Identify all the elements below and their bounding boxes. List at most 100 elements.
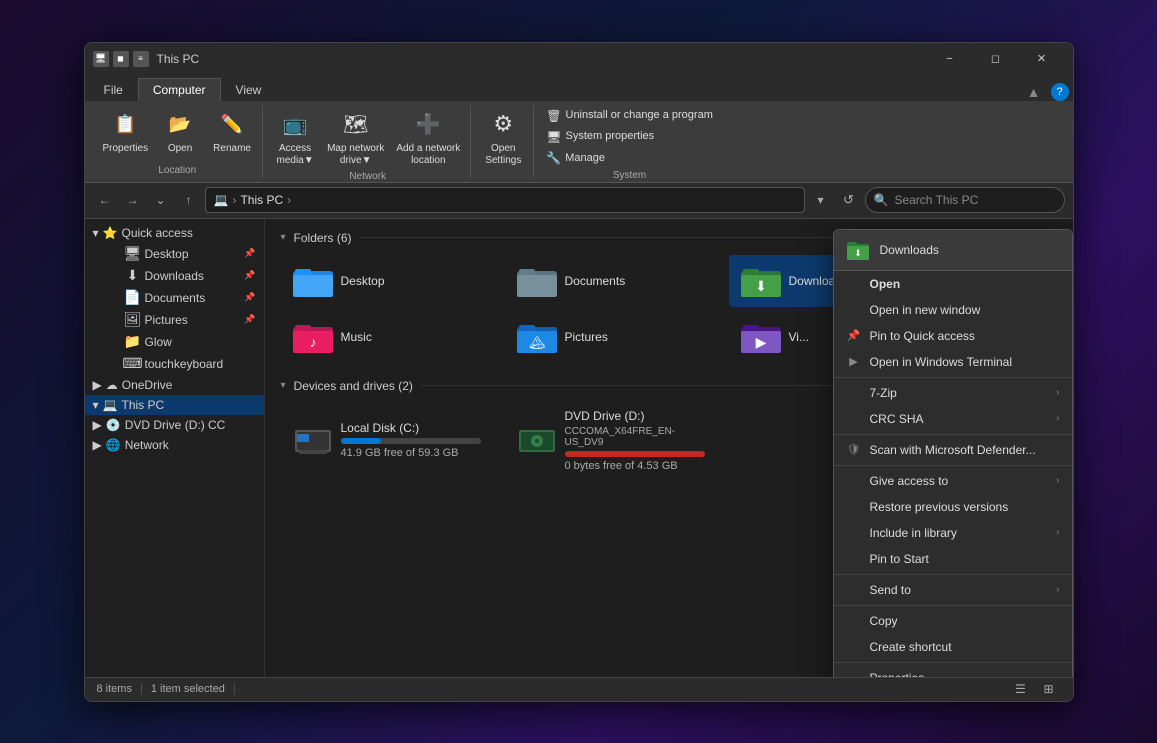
ctx-copy[interactable]: Copy xyxy=(834,608,1072,634)
context-menu-header: ⬇ Downloads xyxy=(834,230,1072,271)
folders-chevron: ▾ xyxy=(281,232,286,243)
ctx-sep-2 xyxy=(834,434,1072,435)
ribbon-group-settings: ⚙ OpenSettings xyxy=(473,105,534,178)
manage-button[interactable]: 🔧 Manage xyxy=(542,149,609,167)
folder-pictures-icon: 🏔 xyxy=(517,317,557,357)
sidebar-item-onedrive[interactable]: ▶ ☁ OneDrive xyxy=(85,375,264,395)
help-button[interactable]: ? xyxy=(1051,83,1069,101)
search-box[interactable]: 🔍 Search This PC xyxy=(865,187,1065,213)
recent-button[interactable]: ⌄ xyxy=(149,188,173,212)
refresh-button[interactable]: ↺ xyxy=(837,188,861,212)
tab-view[interactable]: View xyxy=(221,78,277,101)
folders-section-label: Folders (6) xyxy=(294,231,352,245)
list-view-button[interactable]: ☰ xyxy=(1009,677,1033,701)
maximize-button[interactable]: ◻ xyxy=(973,43,1019,75)
ctx-crc-arrow: › xyxy=(1056,413,1059,424)
toolbar-icon: ≡ xyxy=(133,51,149,67)
ctx-give-access[interactable]: Give access to › xyxy=(834,468,1072,494)
access-media-button[interactable]: 📺 Accessmedia▼ xyxy=(271,107,319,169)
this-pc-icon: 💻 xyxy=(103,398,118,412)
back-button[interactable]: ← xyxy=(93,188,117,212)
sidebar-item-desktop[interactable]: 🖥 Desktop 📌 xyxy=(85,243,264,265)
drive-d[interactable]: DVD Drive (D:) CCCOMA_X64FRE_EN-US_DV9 0… xyxy=(505,403,725,478)
title-controls: − ◻ ✕ xyxy=(927,43,1065,75)
ctx-pin-start[interactable]: Pin to Start xyxy=(834,546,1072,572)
sidebar-item-dvd-drive[interactable]: ▶ 💿 DVD Drive (D:) CC xyxy=(85,415,264,435)
map-network-drive-button[interactable]: 🗺 Map networkdrive▼ xyxy=(323,107,388,169)
drives-chevron: ▾ xyxy=(281,380,286,391)
sidebar-item-pictures[interactable]: 🖼 Pictures 📌 xyxy=(85,309,264,331)
ctx-defender-icon: 🛡 xyxy=(846,443,862,456)
ctx-library-arrow: › xyxy=(1056,527,1059,538)
folder-pictures[interactable]: 🏔 Pictures xyxy=(505,311,725,363)
main-area: ▾ ⭐ Quick access 🖥 Desktop 📌 ⬇ Downloads… xyxy=(85,219,1073,677)
ribbon-collapse-button[interactable]: ▲ xyxy=(1021,84,1047,100)
sidebar-item-network[interactable]: ▶ 🌐 Network xyxy=(85,435,264,455)
svg-text:⬇: ⬇ xyxy=(755,278,767,294)
minimize-button[interactable]: − xyxy=(927,43,973,75)
items-selected: 1 item selected xyxy=(151,683,225,695)
documents-icon: 📄 xyxy=(125,290,141,306)
ctx-open-new-window[interactable]: Open in new window xyxy=(834,297,1072,323)
access-media-icon: 📺 xyxy=(279,109,311,141)
downloads-pin-icon: 📌 xyxy=(244,270,255,281)
onedrive-expander: ▶ xyxy=(93,378,102,392)
folder-desktop[interactable]: Desktop xyxy=(281,255,501,307)
settings-icon: ⚙ xyxy=(487,109,519,141)
ctx-header-label: Downloads xyxy=(880,243,939,257)
tab-file[interactable]: File xyxy=(89,78,138,101)
uninstall-button[interactable]: 🗑 Uninstall or change a program xyxy=(542,107,717,125)
address-path[interactable]: 💻 › This PC › xyxy=(205,187,805,213)
sidebar-item-quick-access[interactable]: ▾ ⭐ Quick access xyxy=(85,223,264,243)
up-button[interactable]: ↑ xyxy=(177,188,201,212)
tab-computer[interactable]: Computer xyxy=(138,78,221,101)
ctx-properties[interactable]: Properties xyxy=(834,665,1072,677)
ribbon-group-location: 📋 Properties 📂 Open ✏️ Rename Location xyxy=(93,105,264,178)
ctx-sep-4 xyxy=(834,574,1072,575)
sidebar-item-this-pc[interactable]: ▾ 💻 This PC xyxy=(85,395,264,415)
address-dropdown[interactable]: ▾ xyxy=(809,188,833,212)
quick-access-expander: ▾ xyxy=(93,226,99,240)
folder-documents[interactable]: Documents xyxy=(505,255,725,307)
sidebar-item-downloads[interactable]: ⬇ Downloads 📌 xyxy=(85,265,264,287)
properties-button[interactable]: 📋 Properties xyxy=(99,107,153,157)
add-network-icon: ➕ xyxy=(412,109,444,141)
ctx-send-to[interactable]: Send to › xyxy=(834,577,1072,603)
add-network-location-button[interactable]: ➕ Add a networklocation xyxy=(392,107,464,169)
ribbon-network-items: 📺 Accessmedia▼ 🗺 Map networkdrive▼ ➕ Add… xyxy=(271,107,464,169)
open-button[interactable]: 📂 Open xyxy=(156,107,204,157)
ribbon-group-network: 📺 Accessmedia▼ 🗺 Map networkdrive▼ ➕ Add… xyxy=(265,105,471,178)
open-settings-button[interactable]: ⚙ OpenSettings xyxy=(479,107,527,169)
ctx-pin-icon: 📌 xyxy=(846,329,862,342)
folder-downloads-icon: ⬇ xyxy=(741,261,781,301)
ctx-7zip[interactable]: 7-Zip › xyxy=(834,380,1072,406)
address-dropdown-button[interactable]: ▾ xyxy=(809,188,833,212)
rename-button[interactable]: ✏️ Rename xyxy=(208,107,256,157)
sidebar-item-glow[interactable]: 📁 Glow xyxy=(85,331,264,353)
ctx-scan-defender[interactable]: 🛡 Scan with Microsoft Defender... xyxy=(834,437,1072,463)
drive-c[interactable]: Local Disk (C:) 41.9 GB free of 59.3 GB xyxy=(281,403,501,478)
ctx-pin-quick-access[interactable]: 📌 Pin to Quick access xyxy=(834,323,1072,349)
folder-desktop-label: Desktop xyxy=(341,274,385,288)
network-expander: ▶ xyxy=(93,438,102,452)
forward-button[interactable]: → xyxy=(121,188,145,212)
ctx-create-shortcut[interactable]: Create shortcut xyxy=(834,634,1072,660)
ctx-open-terminal[interactable]: ▶ Open in Windows Terminal xyxy=(834,349,1072,375)
system-properties-button[interactable]: 🖥 System properties xyxy=(542,128,658,146)
folder-music[interactable]: ♪ Music xyxy=(281,311,501,363)
network-group-label: Network xyxy=(271,169,464,182)
touchkeyboard-icon: ⌨ xyxy=(125,356,141,372)
sidebar-item-documents[interactable]: 📄 Documents 📌 xyxy=(85,287,264,309)
grid-view-button[interactable]: ⊞ xyxy=(1037,677,1061,701)
network-icon: 🌐 xyxy=(106,438,121,452)
ctx-sep-1 xyxy=(834,377,1072,378)
close-button[interactable]: ✕ xyxy=(1019,43,1065,75)
ctx-include-library[interactable]: Include in library › xyxy=(834,520,1072,546)
ctx-crc-sha[interactable]: CRC SHA › xyxy=(834,406,1072,432)
ctx-restore-versions[interactable]: Restore previous versions xyxy=(834,494,1072,520)
folder-pictures-label: Pictures xyxy=(565,330,608,344)
thispc-expander: ▾ xyxy=(93,398,99,412)
sidebar-item-touchkeyboard[interactable]: ⌨ touchkeyboard xyxy=(85,353,264,375)
folder-videos-label: Vi... xyxy=(789,330,809,344)
ctx-open[interactable]: Open xyxy=(834,271,1072,297)
